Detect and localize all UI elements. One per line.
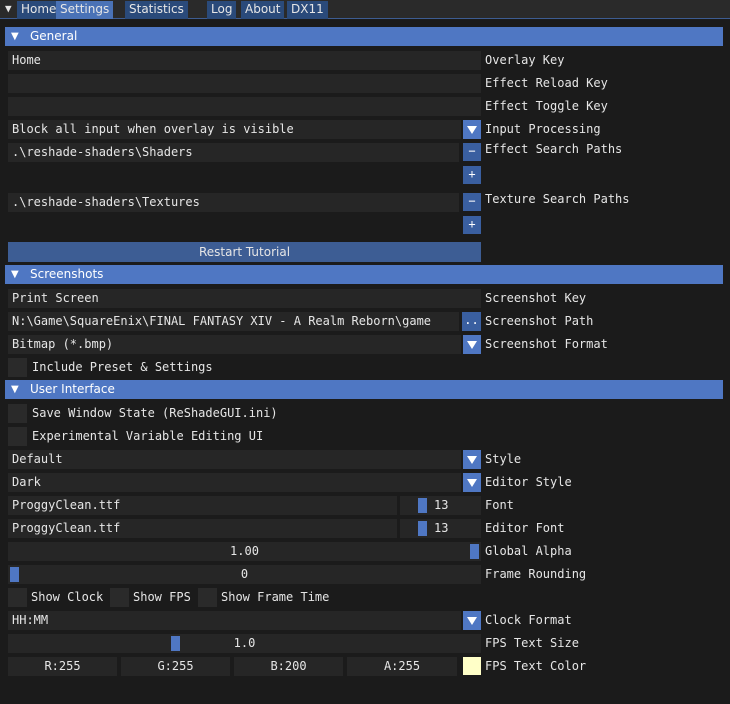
tab-about[interactable]: About <box>241 1 285 19</box>
tab-dx11[interactable]: DX11 <box>287 1 328 19</box>
screenshots-section-header[interactable]: ▼ Screenshots <box>5 265 723 284</box>
editor-font-size-slider[interactable]: 13 <box>400 519 481 538</box>
tab-statistics[interactable]: Statistics <box>125 1 188 19</box>
general-section-header[interactable]: ▼ General <box>5 27 723 46</box>
style-select[interactable]: Default <box>8 450 461 469</box>
show-fps-label: Show FPS <box>133 590 191 604</box>
editor-font-input[interactable]: ProggyClean.ttf <box>8 519 397 538</box>
section-title: User Interface <box>30 382 115 396</box>
fps-color-green-input[interactable]: G:255 <box>121 657 230 676</box>
effect-reload-key-label: Effect Reload Key <box>485 76 608 90</box>
screenshot-format-select[interactable]: Bitmap (*.bmp) <box>8 335 461 354</box>
save-window-state-label: Save Window State (ReShadeGUI.ini) <box>32 406 278 420</box>
show-clock-label: Show Clock <box>31 590 104 604</box>
effect-search-path-input[interactable]: .\reshade-shaders\Shaders <box>8 143 459 162</box>
remove-texture-path-button[interactable]: − <box>463 193 481 211</box>
dropdown-arrow-icon[interactable] <box>463 120 481 139</box>
texture-search-paths-label: Texture Search Paths <box>485 192 630 206</box>
global-alpha-slider-grab[interactable] <box>470 544 479 559</box>
clock-format-label: Clock Format <box>485 613 572 627</box>
dropdown-arrow-icon[interactable] <box>463 611 481 630</box>
collapse-arrow-icon: ▼ <box>11 269 19 280</box>
dropdown-arrow-icon[interactable] <box>463 450 481 469</box>
tab-settings[interactable]: Settings <box>56 1 114 19</box>
font-input[interactable]: ProggyClean.ttf <box>8 496 397 515</box>
show-frame-time-label: Show Frame Time <box>221 590 330 604</box>
global-alpha-slider[interactable]: 1.00 <box>8 542 481 561</box>
show-fps-checkbox[interactable] <box>110 588 129 607</box>
remove-effect-path-button[interactable]: − <box>463 143 481 161</box>
fps-text-size-label: FPS Text Size <box>485 636 579 650</box>
style-label: Style <box>485 452 522 466</box>
editor-style-select[interactable]: Dark <box>8 473 461 492</box>
experimental-editing-label: Experimental Variable Editing UI <box>32 429 264 443</box>
input-processing-select[interactable]: Block all input when overlay is visible <box>8 120 461 139</box>
tab-home[interactable]: Home <box>17 1 61 19</box>
fps-text-size-slider-grab[interactable] <box>171 636 180 651</box>
editor-style-label: Editor Style <box>485 475 572 489</box>
screenshot-format-label: Screenshot Format <box>485 337 608 351</box>
editor-font-label: Editor Font <box>485 521 565 535</box>
restart-tutorial-button[interactable]: Restart Tutorial <box>8 242 481 262</box>
include-preset-checkbox[interactable] <box>8 358 27 377</box>
screenshot-path-input[interactable]: N:\Game\SquareEnix\FINAL FANTASY XIV - A… <box>8 312 459 331</box>
experimental-editing-checkbox[interactable] <box>8 427 27 446</box>
frame-rounding-slider[interactable]: 0 <box>8 565 481 584</box>
collapse-arrow-icon: ▼ <box>11 31 19 42</box>
add-effect-path-button[interactable]: + <box>463 166 481 184</box>
section-title: Screenshots <box>30 267 104 281</box>
add-texture-path-button[interactable]: + <box>463 216 481 234</box>
frame-rounding-label: Frame Rounding <box>485 567 587 581</box>
overlay-key-label: Overlay Key <box>485 53 565 67</box>
effect-toggle-key-label: Effect Toggle Key <box>485 99 608 113</box>
fps-color-red-input[interactable]: R:255 <box>8 657 117 676</box>
fps-text-color-label: FPS Text Color <box>485 659 587 673</box>
screenshot-key-label: Screenshot Key <box>485 291 587 305</box>
font-size-slider[interactable]: 13 <box>400 496 481 515</box>
save-window-state-checkbox[interactable] <box>8 404 27 423</box>
show-clock-checkbox[interactable] <box>8 588 27 607</box>
window-collapse-icon[interactable]: ▼ <box>5 2 12 15</box>
clock-format-select[interactable]: HH:MM <box>8 611 461 630</box>
screenshot-path-label: Screenshot Path <box>485 314 594 328</box>
fps-color-blue-input[interactable]: B:200 <box>234 657 343 676</box>
collapse-arrow-icon: ▼ <box>11 384 19 395</box>
tab-log[interactable]: Log <box>207 1 237 19</box>
global-alpha-label: Global Alpha <box>485 544 572 558</box>
fps-color-swatch[interactable] <box>463 657 481 675</box>
fps-text-size-slider[interactable]: 1.0 <box>8 634 481 653</box>
effect-toggle-key-input[interactable] <box>8 97 481 116</box>
browse-path-button[interactable]: .. <box>462 312 481 331</box>
editor-font-size-slider-grab[interactable] <box>418 521 427 536</box>
input-processing-label: Input Processing <box>485 122 601 136</box>
user-interface-section-header[interactable]: ▼ User Interface <box>5 380 723 399</box>
frame-rounding-slider-grab[interactable] <box>10 567 19 582</box>
font-size-slider-grab[interactable] <box>418 498 427 513</box>
dropdown-arrow-icon[interactable] <box>463 335 481 354</box>
include-preset-label: Include Preset & Settings <box>32 360 213 374</box>
fps-color-alpha-input[interactable]: A:255 <box>347 657 457 676</box>
screenshot-key-input[interactable]: Print Screen <box>8 289 481 308</box>
texture-search-path-input[interactable]: .\reshade-shaders\Textures <box>8 193 459 212</box>
effect-search-paths-label: Effect Search Paths <box>485 142 623 156</box>
dropdown-arrow-icon[interactable] <box>463 473 481 492</box>
show-frame-time-checkbox[interactable] <box>198 588 217 607</box>
font-label: Font <box>485 498 514 512</box>
effect-reload-key-input[interactable] <box>8 74 481 93</box>
section-title: General <box>30 29 78 43</box>
overlay-key-input[interactable]: Home <box>8 51 481 70</box>
